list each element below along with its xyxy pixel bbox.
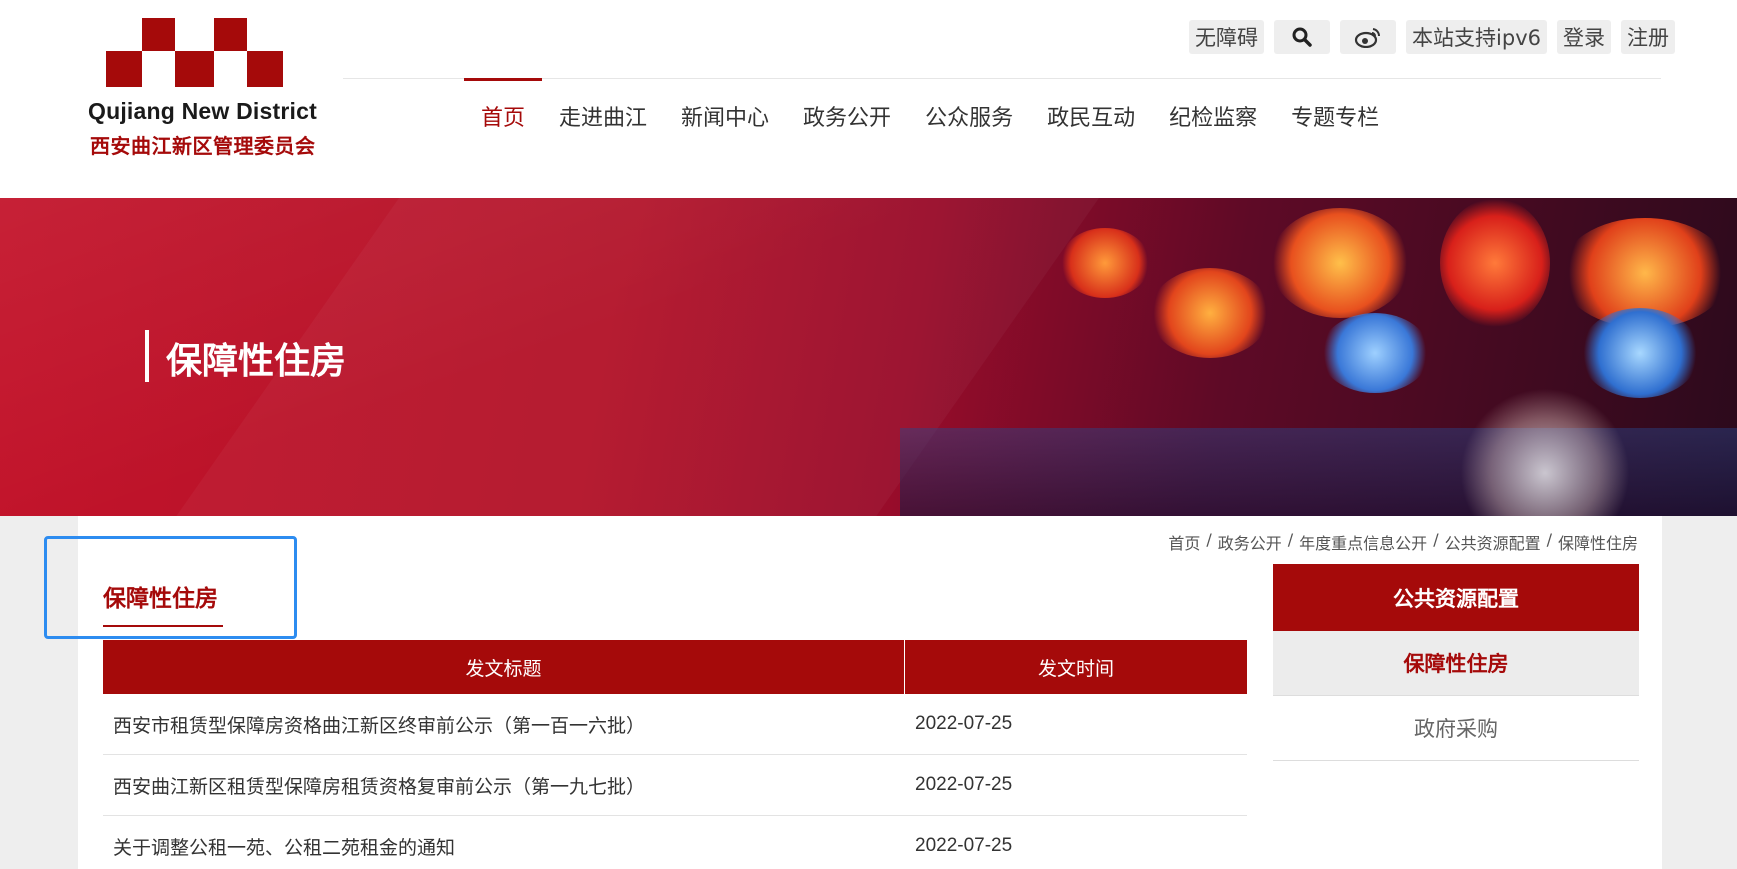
login-button[interactable]: 登录 [1557,20,1611,54]
lantern-decoration [1270,208,1410,318]
row-date: 2022-07-25 [915,774,1013,795]
weibo-icon [1354,28,1381,48]
nav-item-public-services[interactable]: 公众服务 [908,80,1030,150]
breadcrumb-item-home[interactable]: 首页 [1168,530,1200,554]
sidebar-item-affordable-housing[interactable]: 保障性住房 [1273,631,1639,696]
logo-square [175,51,214,87]
search-icon [1292,27,1312,47]
weibo-button[interactable] [1340,20,1397,54]
search-button[interactable] [1274,20,1331,54]
light-bokeh [1460,388,1630,516]
nav-item-home[interactable]: 首页 [464,78,543,150]
nav-item-discipline[interactable]: 纪检监察 [1152,80,1274,150]
logo-square [214,18,247,51]
breadcrumb-item-public-resources[interactable]: 公共资源配置 [1445,530,1541,554]
logo-english-name: Qujiang New District [88,98,317,124]
logo-square [247,51,283,87]
page-banner: 保障性住房 [0,198,1737,516]
breadcrumb-item-government-affairs[interactable]: 政务公开 [1218,530,1282,554]
lantern-decoration [1150,268,1270,358]
column-header-date: 发文时间 [1037,657,1114,680]
table-header: 发文标题 发文时间 [103,640,1247,694]
top-toolbar: 无障碍 本站支持ipv6 登录 注册 [1189,20,1675,54]
table-row[interactable]: 西安曲江新区租赁型保障房租赁资格复审前公示（第一九七批） 2022-07-25 [103,755,1247,816]
column-header-title: 发文标题 [103,640,905,694]
table-row[interactable]: 西安市租赁型保障房资格曲江新区终审前公示（第一百一六批） 2022-07-25 [103,694,1247,755]
main-content: 首页 / 政务公开 / 年度重点信息公开 / 公共资源配置 / 保障性住房 保障… [78,516,1662,869]
sidebar-item-government-procurement[interactable]: 政府采购 [1273,696,1639,761]
logo-square [106,51,142,87]
breadcrumb-item-annual-key-info[interactable]: 年度重点信息公开 [1299,530,1427,554]
breadcrumb-separator: / [1546,530,1552,549]
row-date: 2022-07-25 [915,835,1013,856]
site-header: Qujiang New District 西安曲江新区管理委员会 无障碍 本站支… [0,0,1737,198]
site-logo[interactable]: Qujiang New District 西安曲江新区管理委员会 [88,18,338,168]
breadcrumb-separator: / [1433,530,1439,549]
sidebar: 公共资源配置 保障性住房 政府采购 [1273,564,1639,761]
lantern-decoration [1060,228,1150,298]
lantern-decoration [1320,313,1430,393]
nav-item-news[interactable]: 新闻中心 [664,80,786,150]
row-title-link[interactable]: 西安市租赁型保障房资格曲江新区终审前公示（第一百一六批） [103,694,905,754]
nav-item-government-affairs[interactable]: 政务公开 [786,80,908,150]
lantern-decoration [1440,198,1550,328]
breadcrumb-separator: / [1287,530,1294,549]
breadcrumb: 首页 / 政务公开 / 年度重点信息公开 / 公共资源配置 / 保障性住房 [1168,530,1638,554]
ipv6-badge[interactable]: 本站支持ipv6 [1406,20,1547,54]
banner-title: 保障性住房 [166,341,347,382]
lantern-decoration [1580,308,1700,398]
row-title-link[interactable]: 关于调整公租一苑、公租二苑租金的通知 [103,816,905,869]
banner-title-bar [145,330,149,382]
breadcrumb-separator: / [1206,530,1212,549]
logo-chinese-name: 西安曲江新区管理委员会 [90,134,316,158]
register-button[interactable]: 注册 [1621,20,1675,54]
focus-highlight [44,536,297,639]
nav-item-special-topics[interactable]: 专题专栏 [1274,80,1396,150]
nav-item-interaction[interactable]: 政民互动 [1030,80,1152,150]
breadcrumb-item-current: 保障性住房 [1557,534,1638,553]
sidebar-heading[interactable]: 公共资源配置 [1273,564,1639,631]
nav-item-about[interactable]: 走进曲江 [542,80,664,150]
accessibility-button[interactable]: 无障碍 [1189,20,1265,54]
main-nav: 首页 走进曲江 新闻中心 政务公开 公众服务 政民互动 纪检监察 专题专栏 [464,78,1396,150]
document-table: 发文标题 发文时间 西安市租赁型保障房资格曲江新区终审前公示（第一百一六批） 2… [103,640,1247,869]
logo-square [142,18,175,51]
row-date: 2022-07-25 [915,713,1013,734]
row-title-link[interactable]: 西安曲江新区租赁型保障房租赁资格复审前公示（第一九七批） [103,755,905,815]
table-row[interactable]: 关于调整公租一苑、公租二苑租金的通知 2022-07-25 [103,816,1247,869]
